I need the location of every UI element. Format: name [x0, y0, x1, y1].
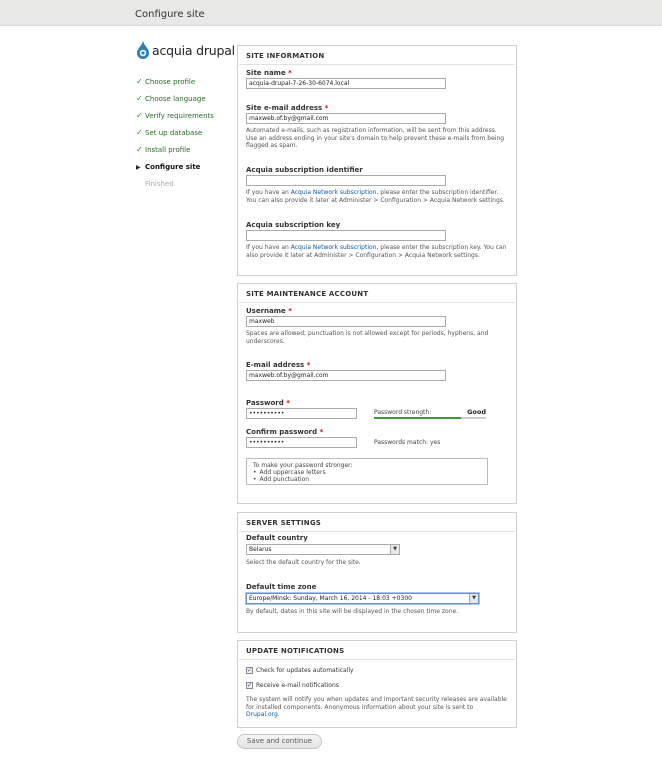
default-country-select[interactable]: Belarus ▼ [246, 544, 400, 555]
site-name-input[interactable]: acquia-drupal-7-26-30-6074.local [246, 78, 446, 89]
account-email-input[interactable]: maxweb.of.by@gmail.com [246, 370, 446, 381]
fieldset-legend: SITE MAINTENANCE ACCOUNT [246, 290, 369, 298]
site-email-input[interactable]: maxweb.of.by@gmail.com [246, 113, 446, 124]
acquia-network-link[interactable]: Acquia Network subscription [291, 244, 377, 251]
default-timezone-select[interactable]: Europe/Minsk: Sunday, March 16, 2014 - 1… [246, 593, 479, 604]
password-suggestions-list: Add uppercase letters Add punctuation [253, 469, 481, 483]
save-and-continue-button[interactable]: Save and continue [237, 734, 322, 749]
default-country-label: Default country [246, 534, 308, 542]
step-install-profile: ✓ Install profile [136, 144, 231, 161]
password-strength-value: Good [467, 408, 486, 416]
fieldset-legend: UPDATE NOTIFICATIONS [246, 647, 345, 655]
step-finished: Finished [136, 178, 231, 195]
checkmark-icon: ✓ [136, 145, 143, 154]
step-label: Choose language [145, 95, 206, 103]
drupal-drop-icon [137, 40, 149, 59]
step-label: Set up database [145, 129, 203, 137]
checkmark-icon: ✓ [136, 111, 143, 120]
subscription-id-description: If you have an Acquia Network subscripti… [246, 189, 505, 204]
required-marker: * [288, 69, 292, 77]
username-label: Username * [246, 307, 292, 315]
checkbox-checked-icon[interactable]: ✓ [246, 682, 253, 689]
current-step-arrow-icon: ▶ [136, 164, 141, 171]
fieldset-legend: SERVER SETTINGS [246, 519, 322, 527]
username-description: Spaces are allowed; punctuation is not a… [246, 330, 489, 345]
update-notifications-fieldset: UPDATE NOTIFICATIONS ✓ Check for updates… [237, 640, 517, 728]
subscription-id-label: Acquia subscription identifier [246, 166, 363, 174]
chevron-down-icon: ▼ [390, 545, 399, 554]
fieldset-legend: SITE INFORMATION [246, 52, 325, 60]
step-set-up-database: ✓ Set up database [136, 127, 231, 144]
checkmark-icon: ✓ [136, 128, 143, 137]
username-input[interactable]: maxweb [246, 316, 446, 327]
required-marker: * [288, 307, 292, 315]
acquia-drupal-logo: acquia drupal [136, 40, 236, 62]
acquia-network-link[interactable]: Acquia Network subscription [291, 189, 377, 196]
step-label: Choose profile [145, 78, 196, 86]
confirm-password-label: Confirm password * [246, 428, 324, 436]
password-strength-bar [374, 417, 486, 419]
site-information-fieldset: SITE INFORMATION Site name * acquia-drup… [237, 45, 517, 276]
checkbox-label: Check for updates automatically [256, 667, 354, 674]
step-label: Install profile [145, 146, 191, 154]
logo-text: acquia drupal [152, 43, 235, 58]
page-title: Configure site [135, 9, 205, 20]
default-timezone-label: Default time zone [246, 583, 317, 591]
required-marker: * [324, 104, 329, 112]
install-steps: ✓ Choose profile ✓ Choose language ✓ Ver… [136, 76, 231, 195]
subscription-key-description: If you have an Acquia Network subscripti… [246, 244, 507, 259]
list-item: Add uppercase letters [253, 469, 481, 476]
default-country-description: Select the default country for the site. [246, 559, 361, 566]
subscription-id-input[interactable] [246, 175, 446, 186]
drupal-org-link[interactable]: Drupal.org [246, 711, 278, 718]
step-label: Verify requirements [145, 112, 214, 120]
step-verify-requirements: ✓ Verify requirements [136, 110, 231, 127]
password-suggestions-intro: To make your password stronger: [253, 462, 353, 469]
checkmark-icon: ✓ [136, 77, 143, 86]
site-email-label: Site e-mail address * [246, 104, 329, 112]
step-choose-language: ✓ Choose language [136, 93, 231, 110]
site-name-label: Site name * [246, 69, 292, 77]
subscription-key-input[interactable] [246, 230, 446, 241]
account-email-label: E-mail address * [246, 361, 311, 369]
default-timezone-description: By default, dates in this site will be d… [246, 608, 459, 615]
step-label: Configure site [145, 163, 201, 171]
step-configure-site: ▶ Configure site [136, 161, 231, 178]
password-strength-fill [374, 417, 462, 419]
checkbox-checked-icon[interactable]: ✓ [246, 667, 253, 674]
required-marker: * [286, 399, 290, 407]
password-match-status: Passwords match: yes [374, 439, 441, 446]
password-suggestions: To make your password stronger: Add uppe… [246, 458, 488, 485]
chevron-down-icon: ▼ [469, 594, 478, 603]
password-input[interactable]: •••••••••• [246, 408, 357, 419]
update-notifications-description: The system will notify you when updates … [246, 696, 507, 718]
maintenance-account-fieldset: SITE MAINTENANCE ACCOUNT Username * maxw… [237, 283, 517, 504]
step-choose-profile: ✓ Choose profile [136, 76, 231, 93]
server-settings-fieldset: SERVER SETTINGS Default country Belarus … [237, 512, 517, 633]
subscription-key-label: Acquia subscription key [246, 221, 341, 229]
required-marker: * [306, 361, 311, 369]
checkbox-label: Receive e-mail notifications [256, 682, 339, 689]
header-bar: Configure site [0, 0, 662, 26]
site-email-description: Automated e-mails, such as registration … [246, 127, 505, 149]
confirm-password-input[interactable]: •••••••••• [246, 437, 357, 448]
list-item: Add punctuation [253, 476, 481, 483]
password-label: Password * [246, 399, 290, 407]
checkmark-icon: ✓ [136, 94, 143, 103]
password-strength-label: Password strength: [374, 409, 432, 416]
step-label: Finished [145, 180, 174, 188]
required-marker: * [319, 428, 324, 436]
